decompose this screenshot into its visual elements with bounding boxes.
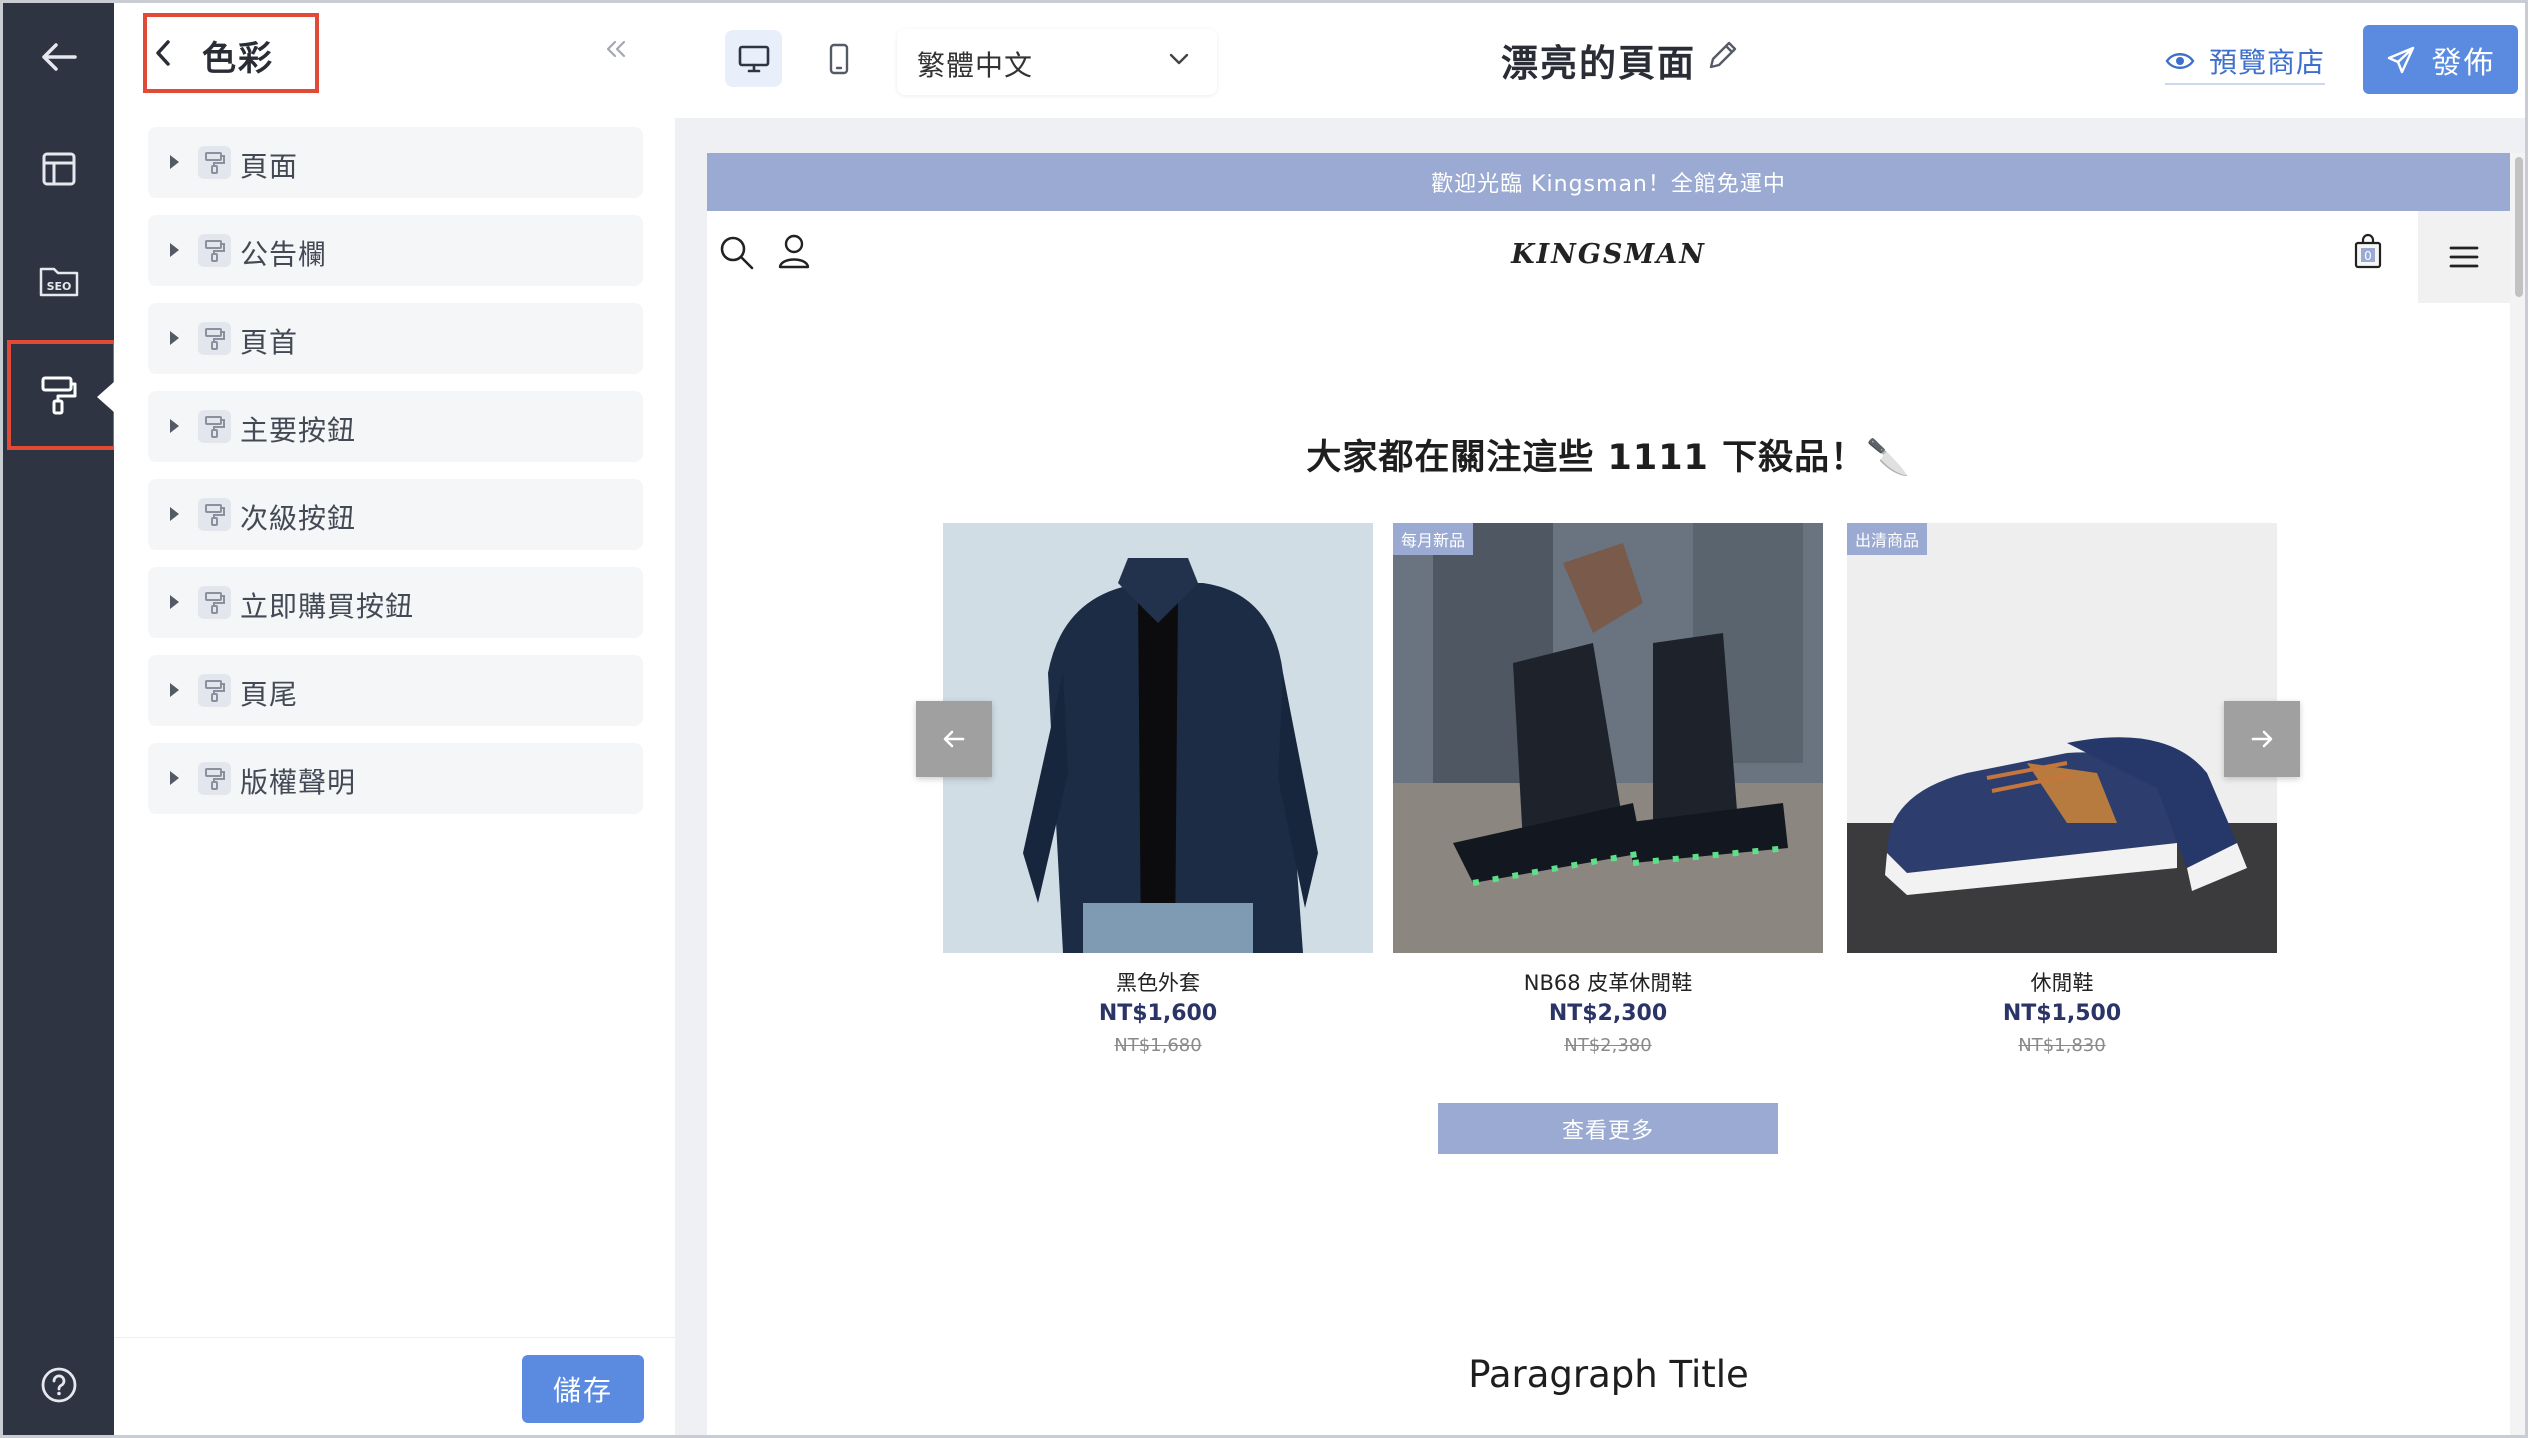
paint-roller-icon (198, 410, 231, 443)
chevron-down-icon (1169, 53, 1189, 65)
help-button[interactable] (3, 1335, 114, 1435)
product-image[interactable]: 出清商品 (1847, 523, 2277, 953)
save-button[interactable]: 儲存 (522, 1355, 644, 1423)
product-original-price: NT$1,830 (2018, 1035, 2106, 1056)
preview-store-label: 預覽商店 (2209, 46, 2326, 79)
carousel-next-button[interactable] (2224, 701, 2300, 777)
caret-right-icon (170, 683, 179, 697)
menu-item-secondary-button[interactable]: 次級按鈕 (148, 479, 643, 550)
seo-button[interactable]: SEO (3, 231, 114, 331)
seo-icon-text: SEO (46, 280, 71, 293)
language-value: 繁體中文 (917, 49, 1034, 82)
publish-label: 發佈 (2431, 45, 2496, 81)
paint-roller-icon (198, 586, 231, 619)
paint-roller-icon (198, 762, 231, 795)
double-chevron-left-icon[interactable] (605, 39, 627, 59)
product-price: NT$2,300 (1548, 1001, 1668, 1026)
arrow-right-icon (2251, 730, 2273, 748)
cart-icon[interactable]: 0 (2354, 233, 2382, 269)
caret-right-icon (170, 419, 179, 433)
product-image[interactable]: 每月新品 (1393, 523, 1823, 953)
scrollbar-thumb[interactable] (2515, 157, 2523, 297)
preview-store-link[interactable]: 預覽商店 (2165, 39, 2326, 85)
product-tag: 出清商品 (1847, 523, 1928, 555)
menu-item-buy-now-button[interactable]: 立即購買按鈕 (148, 567, 643, 638)
product-original-price: NT$1,680 (1114, 1035, 1202, 1056)
menu-item-header[interactable]: 頁首 (148, 303, 643, 374)
product-price: NT$1,500 (2002, 1001, 2122, 1026)
paint-roller-icon (198, 146, 231, 179)
menu-item-announcement[interactable]: 公告欄 (148, 215, 643, 286)
caret-right-icon (170, 331, 179, 345)
menu-item-label: 公告欄 (240, 238, 328, 271)
paint-roller-icon (198, 234, 231, 267)
color-settings-panel: 色彩 頁面 公告欄 頁首 主要按鈕 次級按鈕 立即購買按鈕 頁尾 版權聲明 儲存 (114, 3, 675, 1435)
eye-icon (2165, 53, 2195, 69)
section-title: 大家都在關注這些 1111 下殺品！🔪 (1306, 438, 1911, 478)
menu-item-label: 立即購買按鈕 (240, 590, 415, 623)
product-name[interactable]: 黑色外套 (943, 967, 1373, 997)
product-original-price: NT$2,380 (1564, 1035, 1652, 1056)
seo-folder-icon: SEO (39, 267, 78, 297)
menu-item-label: 次級按鈕 (240, 502, 357, 535)
hamburger-icon (2449, 246, 2479, 268)
arrow-left-icon (943, 730, 965, 748)
mobile-icon (829, 43, 848, 74)
menu-item-label: 頁尾 (240, 678, 299, 711)
menu-item-label: 版權聲明 (240, 766, 357, 799)
layout-button[interactable] (3, 119, 114, 219)
editor-toolbar: 繁體中文 漂亮的頁面 預覽商店 發佈 (675, 3, 2525, 118)
desktop-icon (738, 45, 769, 72)
menu-item-footer[interactable]: 頁尾 (148, 655, 643, 726)
left-rail: SEO (3, 3, 117, 1435)
back-button[interactable] (3, 7, 114, 107)
caret-right-icon (170, 771, 179, 785)
page-title: 漂亮的頁面 (1501, 42, 1696, 85)
view-more-button[interactable]: 查看更多 (1438, 1103, 1778, 1154)
cart-count: 0 (2364, 249, 2372, 263)
mobile-view-button[interactable] (810, 30, 867, 87)
caret-right-icon (170, 507, 179, 521)
paint-roller-icon (198, 498, 231, 531)
product-image[interactable] (943, 523, 1373, 953)
product-name[interactable]: NB68 皮革休閒鞋 (1393, 967, 1823, 997)
store-brand[interactable]: KINGSMAN (707, 239, 2510, 270)
active-pointer (97, 381, 115, 413)
send-icon (2387, 46, 2414, 73)
paragraph-title: Paragraph Title (1468, 1353, 1749, 1396)
product-name[interactable]: 休閒鞋 (1847, 967, 2277, 997)
menu-item-label: 頁首 (240, 326, 299, 359)
menu-item-label: 頁面 (240, 150, 299, 183)
product-tag: 每月新品 (1393, 523, 1474, 555)
product-price: NT$1,600 (1098, 1001, 1218, 1026)
caret-right-icon (170, 595, 179, 609)
store-header: KINGSMAN 0 (707, 211, 2510, 303)
panel-title: 色彩 (202, 39, 274, 79)
store-preview: 歡迎光臨 Kingsman！全館免運中 KINGSMAN 0 大家都在關注這些 … (707, 153, 2510, 1435)
language-select[interactable]: 繁體中文 (897, 29, 1217, 95)
menu-item-label: 主要按鈕 (240, 414, 357, 447)
panel-header: 色彩 (114, 3, 675, 113)
pencil-icon[interactable] (1705, 39, 1739, 73)
paint-roller-icon (198, 322, 231, 355)
menu-item-copyright[interactable]: 版權聲明 (148, 743, 643, 814)
carousel-prev-button[interactable] (916, 701, 992, 777)
preview-scrollbar[interactable] (2510, 153, 2525, 1435)
layout-icon (42, 152, 75, 186)
menu-item-primary-button[interactable]: 主要按鈕 (148, 391, 643, 462)
menu-item-page[interactable]: 頁面 (148, 127, 643, 198)
caret-right-icon (170, 243, 179, 257)
arrow-left-icon (41, 43, 77, 71)
announcement-bar[interactable]: 歡迎光臨 Kingsman！全館免運中 (707, 153, 2510, 211)
panel-footer: 儲存 (114, 1337, 675, 1435)
help-icon (41, 1367, 76, 1403)
hamburger-menu-button[interactable] (2418, 211, 2510, 303)
paint-roller-icon (198, 674, 231, 707)
chevron-left-icon[interactable] (154, 39, 172, 67)
app-frame: SEO 色彩 頁面 公告欄 頁首 主要按鈕 次級按鈕 立即購買按鈕 頁尾 版權聲… (0, 0, 2528, 1438)
caret-right-icon (170, 155, 179, 169)
desktop-view-button[interactable] (725, 30, 782, 87)
publish-button[interactable]: 發佈 (2363, 25, 2518, 94)
